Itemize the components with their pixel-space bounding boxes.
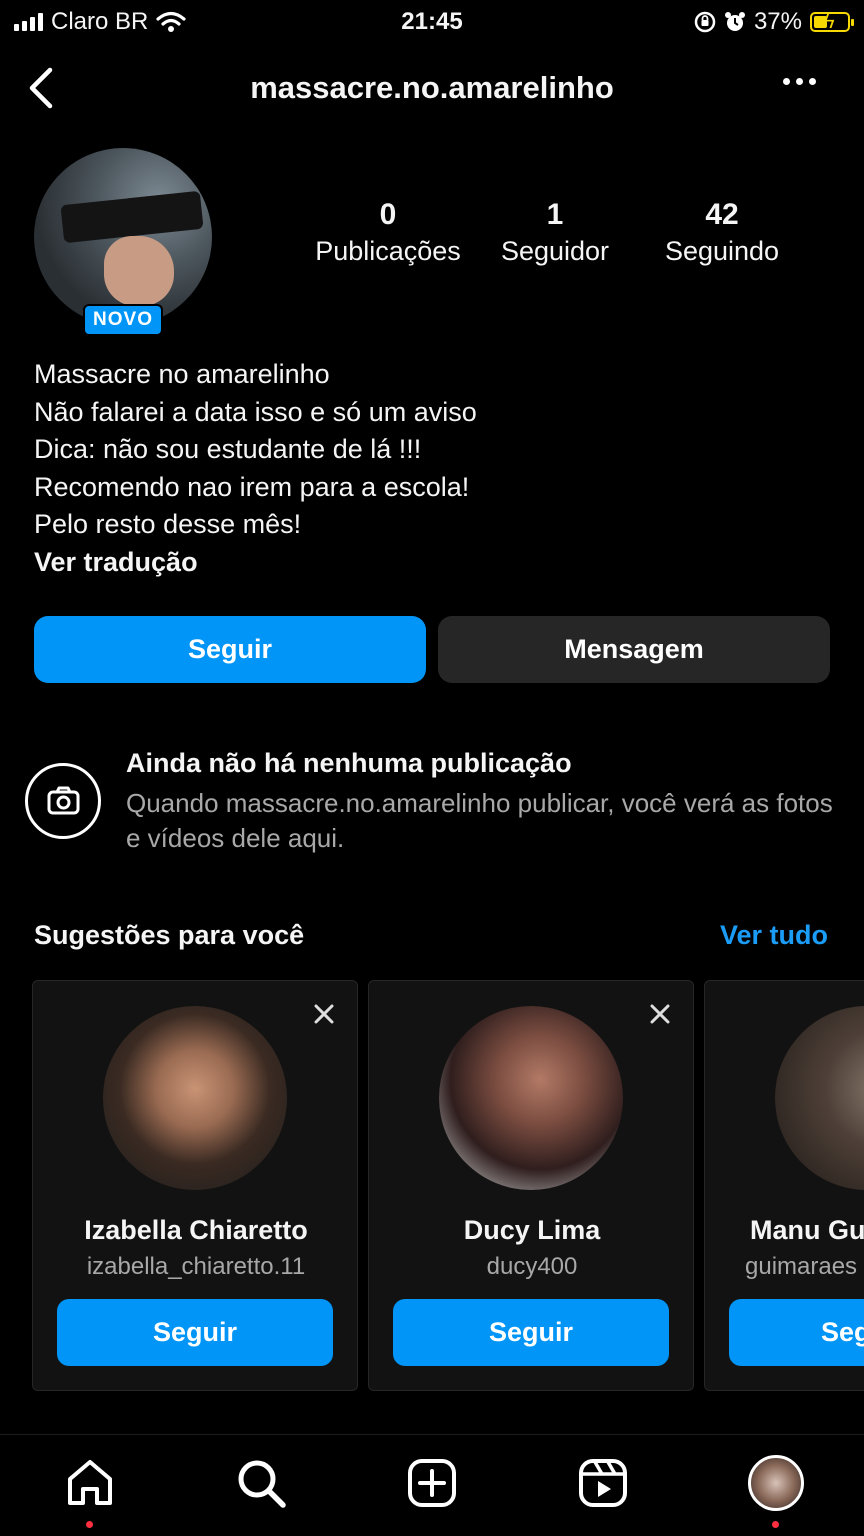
profile-avatar[interactable]: NOVO bbox=[34, 148, 212, 336]
suggestion-avatar[interactable] bbox=[775, 1006, 864, 1190]
no-posts-title: Ainda não há nenhuma publicação bbox=[126, 748, 572, 778]
suggestion-avatar[interactable] bbox=[103, 1006, 287, 1190]
bio-line: Não falarei a data isso e só um aviso bbox=[34, 396, 477, 427]
suggestion-username: ducy400 bbox=[486, 1253, 578, 1280]
bottom-navigation bbox=[0, 1434, 864, 1536]
bio-line: Pelo resto desse mês! bbox=[34, 509, 302, 539]
stat-posts: 0 Publicações bbox=[298, 198, 478, 267]
home-icon[interactable] bbox=[62, 1455, 118, 1511]
alarm-icon bbox=[724, 12, 745, 31]
battery-icon: ϟ bbox=[810, 11, 854, 33]
home-notification-dot bbox=[86, 1521, 93, 1528]
more-options-icon[interactable] bbox=[783, 78, 816, 85]
suggestion-follow-button[interactable]: Seguir bbox=[57, 1299, 333, 1366]
profile-username: massacre.no.amarelinho bbox=[250, 70, 614, 105]
see-all-link[interactable]: Ver tudo bbox=[720, 920, 828, 951]
suggestion-card[interactable]: Ducy Lima ducy400 Seguir bbox=[368, 980, 694, 1391]
posts-count: 0 bbox=[379, 198, 397, 231]
profile-notification-dot bbox=[772, 1521, 779, 1528]
suggestions-title: Sugestões para você bbox=[34, 920, 305, 950]
suggestion-follow-button[interactable]: Seguir bbox=[393, 1299, 669, 1366]
profile-bio: Massacre no amarelinho Não falarei a dat… bbox=[34, 356, 834, 581]
followers-count: 1 bbox=[546, 198, 564, 231]
follow-button[interactable]: Seguir bbox=[34, 616, 426, 683]
no-posts-subtitle: Quando massacre.no.amarelinho publicar, … bbox=[126, 788, 833, 853]
suggestion-follow-button[interactable]: Seg bbox=[729, 1299, 864, 1366]
suggestion-username: izabella_chiaretto.11 bbox=[86, 1253, 306, 1280]
camera-icon bbox=[25, 763, 101, 839]
new-post-icon[interactable] bbox=[404, 1455, 460, 1511]
following-label: Seguindo bbox=[664, 236, 780, 266]
suggestion-username: guimaraes bbox=[745, 1253, 858, 1280]
bio-line: Dica: não sou estudante de lá !!! bbox=[34, 434, 422, 464]
message-button[interactable]: Mensagem bbox=[438, 616, 830, 683]
bio-line: Massacre no amarelinho bbox=[34, 359, 330, 389]
reels-icon[interactable] bbox=[575, 1455, 631, 1511]
stat-followers[interactable]: 1 Seguidor bbox=[465, 198, 645, 267]
suggestion-card[interactable]: Manu Gu guimaraes Seg bbox=[704, 980, 864, 1391]
dismiss-icon[interactable] bbox=[645, 999, 675, 1029]
posts-label: Publicações bbox=[315, 236, 461, 266]
stat-following[interactable]: 42 Seguindo bbox=[632, 198, 812, 267]
suggestion-avatar[interactable] bbox=[439, 1006, 623, 1190]
search-icon[interactable] bbox=[233, 1455, 289, 1511]
status-right: 37% ϟ bbox=[694, 8, 854, 36]
orientation-lock-icon bbox=[694, 11, 716, 33]
see-translation-link[interactable]: Ver tradução bbox=[34, 544, 834, 582]
dismiss-icon[interactable] bbox=[309, 999, 339, 1029]
profile-icon[interactable] bbox=[748, 1455, 804, 1511]
suggestion-name[interactable]: Manu Gu bbox=[750, 1215, 864, 1246]
new-badge: NOVO bbox=[83, 304, 163, 336]
top-navigation: massacre.no.amarelinho bbox=[0, 56, 864, 120]
suggestion-card[interactable]: Izabella Chiaretto izabella_chiaretto.11… bbox=[32, 980, 358, 1391]
suggestion-name[interactable]: Ducy Lima bbox=[369, 1215, 693, 1246]
following-count: 42 bbox=[705, 198, 739, 231]
followers-label: Seguidor bbox=[500, 236, 610, 266]
suggestion-name[interactable]: Izabella Chiaretto bbox=[33, 1215, 357, 1246]
avatar-image bbox=[34, 148, 212, 326]
status-bar: Claro BR 21:45 37% ϟ bbox=[0, 0, 864, 46]
battery-percent: 37% bbox=[753, 8, 802, 35]
bio-line: Recomendo nao irem para a escola! bbox=[34, 471, 470, 502]
